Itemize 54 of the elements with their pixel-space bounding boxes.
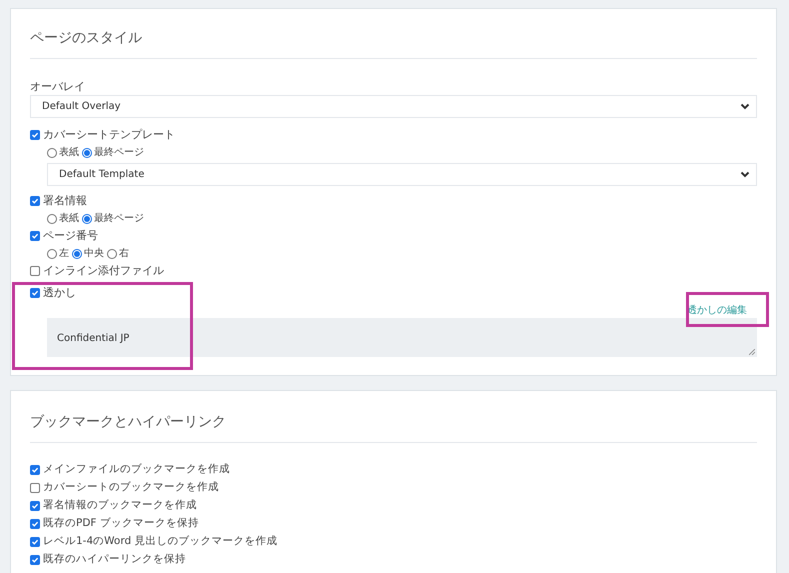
checkbox-label: ページ番号 xyxy=(43,229,98,243)
field-label: オーバレイ xyxy=(30,79,86,95)
dropdown-select[interactable]: Default Overlay xyxy=(30,95,757,118)
checkbox[interactable] xyxy=(30,231,40,241)
radio-label: 表紙 xyxy=(59,212,79,226)
checkmark-icon xyxy=(31,520,39,528)
checkbox-label: 既存のハイパーリンクを保持 xyxy=(43,552,186,568)
radio-button[interactable] xyxy=(72,248,82,258)
checkbox[interactable] xyxy=(30,537,40,547)
checkmark-icon xyxy=(31,538,39,546)
checkmark-icon xyxy=(31,131,39,139)
checkbox[interactable] xyxy=(30,288,40,298)
radio-label: 中央 xyxy=(84,246,104,261)
radio-button[interactable] xyxy=(47,214,57,224)
checkbox[interactable] xyxy=(30,519,40,529)
radio-label: 左 xyxy=(59,247,69,261)
chevron-down-icon xyxy=(740,103,750,110)
section-title: ブックマークとハイパーリンク xyxy=(30,413,227,432)
checkbox[interactable] xyxy=(30,130,40,140)
checkmark-icon xyxy=(31,466,39,474)
checkbox[interactable] xyxy=(30,465,40,475)
checkmark-icon xyxy=(31,502,39,510)
checkmark-icon xyxy=(31,197,39,205)
chevron-down-icon xyxy=(740,171,750,178)
checkbox-label: 透かし xyxy=(43,284,76,301)
checkbox[interactable] xyxy=(30,266,40,276)
checkmark-icon xyxy=(31,232,39,240)
watermark-textarea[interactable]: Confidential JP xyxy=(47,318,757,357)
radio-label: 最終ページ xyxy=(94,212,144,226)
checkbox-label: レベル1-4のWord 見出しのブックマークを作成 xyxy=(43,534,278,550)
checkbox-label: カバーシートテンプレート xyxy=(43,128,175,142)
radio-button[interactable] xyxy=(82,148,92,158)
radio-label: 右 xyxy=(119,247,129,261)
radio-button[interactable] xyxy=(47,248,57,258)
checkbox-label: 署名情報 xyxy=(43,194,87,208)
checkbox[interactable] xyxy=(30,196,40,206)
checkbox[interactable] xyxy=(30,555,40,565)
checkbox[interactable] xyxy=(30,483,40,493)
checkbox-label: 既存のPDF ブックマークを保持 xyxy=(43,516,199,532)
checkbox[interactable] xyxy=(30,501,40,511)
checkbox-label: カバーシートのブックマークを作成 xyxy=(43,480,219,496)
checkmark-icon xyxy=(31,289,39,297)
radio-label: 表紙 xyxy=(59,146,79,160)
radio-button[interactable] xyxy=(47,148,57,158)
checkbox-label: インライン添付ファイル xyxy=(43,264,164,278)
dropdown-select[interactable]: Default Template xyxy=(47,163,757,186)
radio-button[interactable] xyxy=(107,248,117,258)
radio-label: 最終ページ xyxy=(94,146,144,160)
checkbox-label: メインファイルのブックマークを作成 xyxy=(43,462,230,478)
checkbox-label: 署名情報のブックマークを作成 xyxy=(43,498,197,514)
section-title: ページのスタイル xyxy=(30,29,143,48)
radio-button[interactable] xyxy=(82,214,92,224)
checkmark-icon xyxy=(31,556,39,564)
resize-handle-icon xyxy=(749,349,755,355)
